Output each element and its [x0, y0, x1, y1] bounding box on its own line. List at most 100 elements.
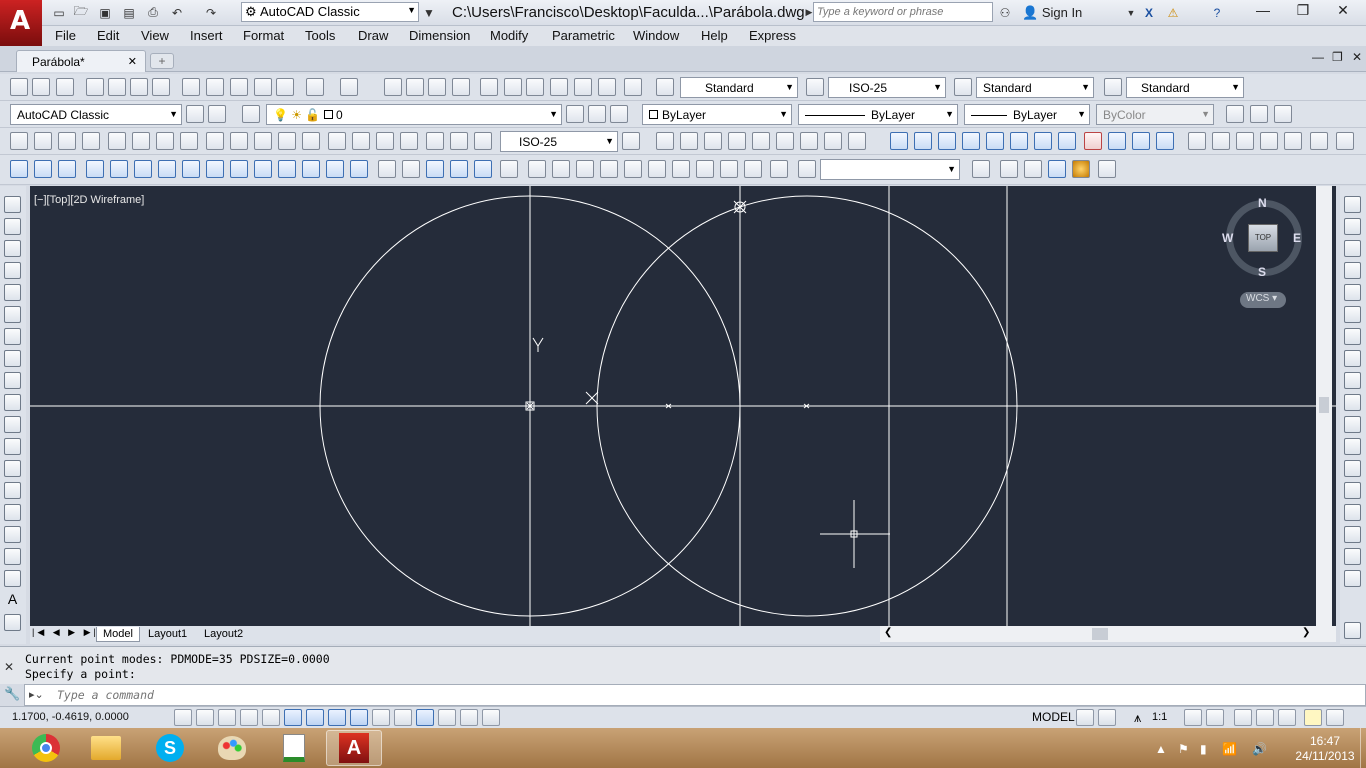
color-faces-icon[interactable] [254, 160, 272, 178]
blend-curves-icon[interactable] [1344, 548, 1361, 565]
linear-dim-icon[interactable] [10, 132, 28, 150]
ordinate-dim-icon[interactable] [82, 132, 100, 150]
plot-icon[interactable] [86, 78, 104, 96]
view-se-iso-icon[interactable] [696, 160, 714, 178]
intersect-icon[interactable] [1058, 132, 1076, 150]
zoom-window-icon[interactable] [428, 78, 446, 96]
chrome-taskbar-button[interactable] [18, 730, 74, 766]
loft-icon[interactable] [986, 132, 1004, 150]
arc-length-icon[interactable] [58, 132, 76, 150]
cylinder-icon[interactable] [776, 132, 794, 150]
new-file-icon[interactable]: ▭ [50, 4, 68, 21]
rectangle-icon[interactable] [4, 284, 21, 301]
view-manager-icon[interactable] [798, 160, 816, 178]
help-icon[interactable]: ? [1208, 4, 1226, 21]
subtract-icon[interactable] [1034, 132, 1052, 150]
help-icon[interactable] [624, 78, 642, 96]
view-sw-iso-icon[interactable] [672, 160, 690, 178]
union-icon-2[interactable] [34, 160, 52, 178]
extend-icon[interactable] [1344, 416, 1361, 433]
paint-taskbar-button[interactable] [204, 730, 260, 766]
infer-constraints-toggle[interactable] [174, 709, 192, 726]
network-signal-icon[interactable]: 📶 [1222, 742, 1237, 756]
explode-icon[interactable] [1344, 570, 1361, 587]
search-input[interactable]: Type a keyword or phrase [813, 2, 993, 22]
publish-icon[interactable] [130, 78, 148, 96]
skype-taskbar-button[interactable]: S [142, 730, 198, 766]
multiline-text-icon[interactable]: A [4, 592, 21, 609]
radius-dim-icon[interactable] [108, 132, 126, 150]
chamfer-icon[interactable] [1344, 504, 1361, 521]
layer-previous-icon[interactable] [588, 105, 606, 123]
auto-scale-icon[interactable] [1206, 709, 1224, 726]
sphere-icon[interactable] [752, 132, 770, 150]
render-icon[interactable] [1274, 105, 1292, 123]
insert-block-icon[interactable] [4, 438, 21, 455]
view-bottom-icon[interactable] [552, 160, 570, 178]
annotation-scale-icon[interactable]: ⩚ [1134, 710, 1141, 726]
extrude-faces-icon[interactable] [86, 160, 104, 178]
line-icon[interactable] [4, 196, 21, 213]
move-icon[interactable] [1344, 306, 1361, 323]
layout-nav-icons[interactable]: |◀ ◀ ▶ ▶| [32, 627, 99, 638]
jogged-dim-icon[interactable] [132, 132, 150, 150]
3d-object-snap-toggle[interactable] [306, 709, 324, 726]
thicken-icon[interactable] [474, 160, 492, 178]
wrench-icon[interactable]: 🔧 [4, 686, 20, 702]
tab-model[interactable]: Model [96, 627, 140, 642]
view-ne-iso-icon[interactable] [720, 160, 738, 178]
torus-icon[interactable] [800, 132, 818, 150]
quick-view-layouts-icon[interactable] [1076, 709, 1094, 726]
taskbar-clock[interactable]: 16:47 24/11/2013 [1290, 734, 1360, 764]
stretch-icon[interactable] [1344, 372, 1361, 389]
save-as-icon[interactable]: ▤ [120, 4, 138, 21]
ucs-face-icon[interactable] [1236, 132, 1254, 150]
point-icon[interactable] [4, 482, 21, 499]
menu-modify[interactable]: Modify [490, 28, 528, 43]
baseline-dim-icon[interactable] [230, 132, 248, 150]
view-front-icon[interactable] [624, 160, 642, 178]
workspace-dropdown-toolbar[interactable]: AutoCAD Classic ▼ [10, 104, 182, 125]
layer-dropdown[interactable]: 💡 ☀ 🔓 0 ▼ [266, 104, 562, 125]
dim-edit-icon[interactable] [426, 132, 444, 150]
planar-surface-icon[interactable] [848, 132, 866, 150]
dim-update-icon[interactable] [474, 132, 492, 150]
undo-icon[interactable]: ↶ [168, 4, 186, 21]
restore-button[interactable]: ❐ [1290, 2, 1316, 20]
copy-faces-icon[interactable] [230, 160, 248, 178]
named-views-icon[interactable] [500, 160, 518, 178]
properties-icon[interactable] [480, 78, 498, 96]
interfere-icon[interactable] [450, 160, 468, 178]
menu-window[interactable]: Window [633, 28, 679, 43]
lineweight-toggle[interactable] [394, 709, 412, 726]
erase-icon[interactable] [1344, 196, 1361, 213]
binoculars-icon[interactable]: ⚇ [996, 4, 1014, 21]
angular-dim-icon[interactable] [180, 132, 198, 150]
design-center-icon[interactable] [504, 78, 522, 96]
exchange-apps-icon[interactable]: X [1140, 4, 1158, 21]
aligned-dim-icon[interactable] [34, 132, 52, 150]
ucs-icon[interactable] [1226, 105, 1244, 123]
zoom-previous-icon[interactable] [452, 78, 470, 96]
imprint-icon[interactable] [278, 160, 296, 178]
circle-icon[interactable] [4, 328, 21, 345]
workspace-save-icon[interactable] [208, 105, 226, 123]
view-right-icon[interactable] [600, 160, 618, 178]
scroll-right-icon[interactable]: ❯ [1302, 627, 1310, 638]
open-file-icon[interactable]: 🗁 [72, 4, 90, 21]
show-desktop-button[interactable] [1360, 728, 1366, 768]
intersect-icon-2[interactable] [58, 160, 76, 178]
quick-properties-toggle[interactable] [438, 709, 456, 726]
model-space-button[interactable]: MODEL [1032, 710, 1075, 724]
fillet-icon[interactable] [1344, 526, 1361, 543]
check-icon[interactable] [378, 160, 396, 178]
diameter-dim-icon[interactable] [156, 132, 174, 150]
block-editor-icon[interactable] [276, 78, 294, 96]
multileader-style-icon[interactable] [1104, 78, 1122, 96]
close-button[interactable]: ✕ [1330, 2, 1356, 20]
markup-icon[interactable] [574, 78, 592, 96]
object-snap-tracking-toggle[interactable] [328, 709, 346, 726]
tab-layout1[interactable]: Layout1 [142, 627, 193, 641]
text-style-icon[interactable] [656, 78, 674, 96]
notepad-taskbar-button[interactable] [266, 730, 322, 766]
